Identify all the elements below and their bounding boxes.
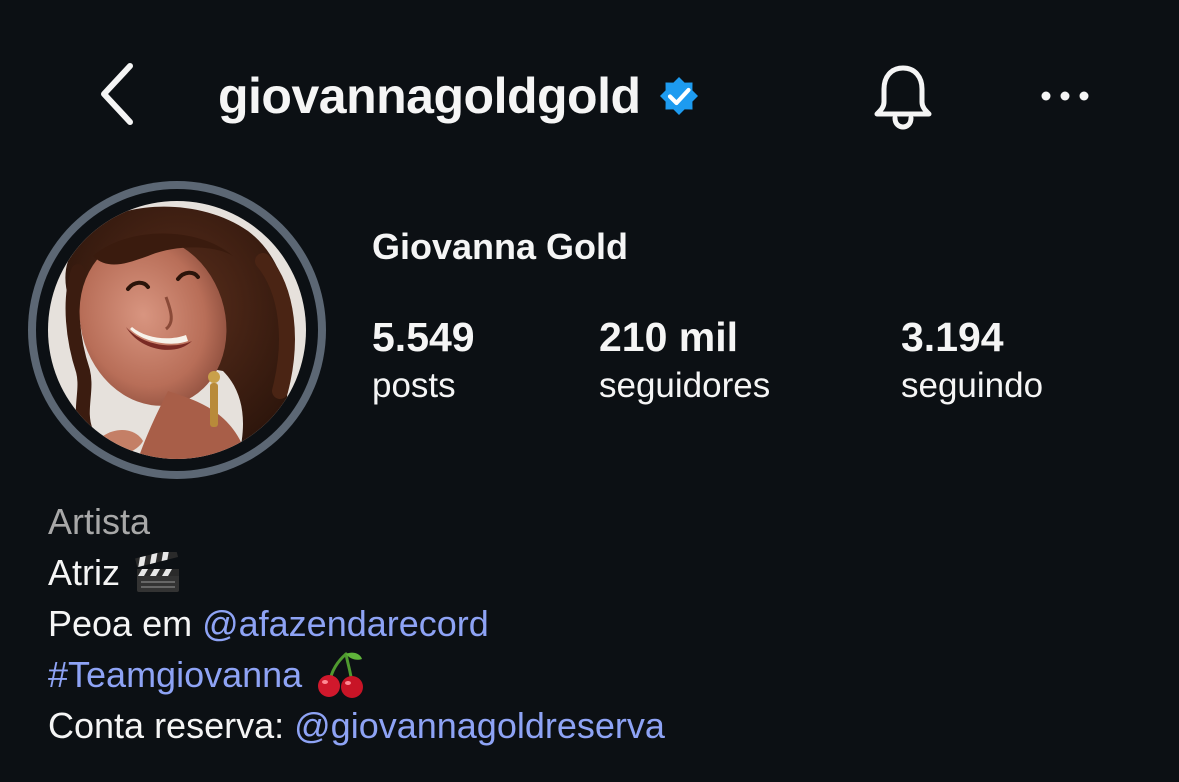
followers-label: seguidores xyxy=(599,366,771,405)
followers-count-stat[interactable]: 210 mil seguidores xyxy=(599,312,770,410)
avatar-ring-gap xyxy=(36,189,318,471)
bio-line-1: Atriz xyxy=(48,547,665,598)
bio-text: Peoa em xyxy=(48,603,203,644)
verified-badge-icon xyxy=(659,77,698,115)
bio-text: Atriz xyxy=(48,552,120,593)
avatar-photo xyxy=(48,201,306,459)
bio-line-4: Conta reserva: @giovannagoldreserva xyxy=(48,700,665,751)
profile-category: Artista xyxy=(48,501,151,542)
cherries-icon xyxy=(318,652,364,698)
profile-display-name: Giovanna Gold xyxy=(372,226,629,267)
bell-icon xyxy=(874,65,932,130)
posts-label: posts xyxy=(372,366,456,405)
chevron-left-icon xyxy=(101,63,133,125)
following-count: 3.194 xyxy=(901,314,1004,360)
posts-count-stat[interactable]: 5.549 posts xyxy=(372,312,475,410)
following-count-stat[interactable]: 3.194 seguindo xyxy=(901,312,1043,410)
notifications-bell-button[interactable] xyxy=(866,60,940,134)
more-horizontal-icon xyxy=(1041,91,1089,101)
more-options-button[interactable] xyxy=(1030,72,1100,120)
clapper-board-icon xyxy=(135,551,179,592)
hashtag-link-teamgiovanna[interactable]: #Teamgiovanna xyxy=(48,649,302,700)
header-title: giovannagoldgold xyxy=(218,62,703,130)
mention-link-giovannagoldreserva[interactable]: @giovannagoldreserva xyxy=(294,700,665,751)
following-label: seguindo xyxy=(901,366,1044,405)
profile-avatar[interactable] xyxy=(28,181,326,479)
bio-line-2: Peoa em @afazendarecord xyxy=(48,598,665,649)
posts-count: 5.549 xyxy=(372,314,475,360)
followers-count: 210 mil xyxy=(599,314,739,360)
profile-bio: Artista Atriz Peoa em @afazendarecord #T… xyxy=(48,496,665,751)
back-button[interactable] xyxy=(88,58,144,130)
bio-text: Conta reserva: xyxy=(48,705,295,746)
username: giovannagoldgold xyxy=(218,68,641,124)
bio-line-3: #Teamgiovanna xyxy=(48,649,665,700)
mention-link-afazendarecord[interactable]: @afazendarecord xyxy=(202,598,489,649)
